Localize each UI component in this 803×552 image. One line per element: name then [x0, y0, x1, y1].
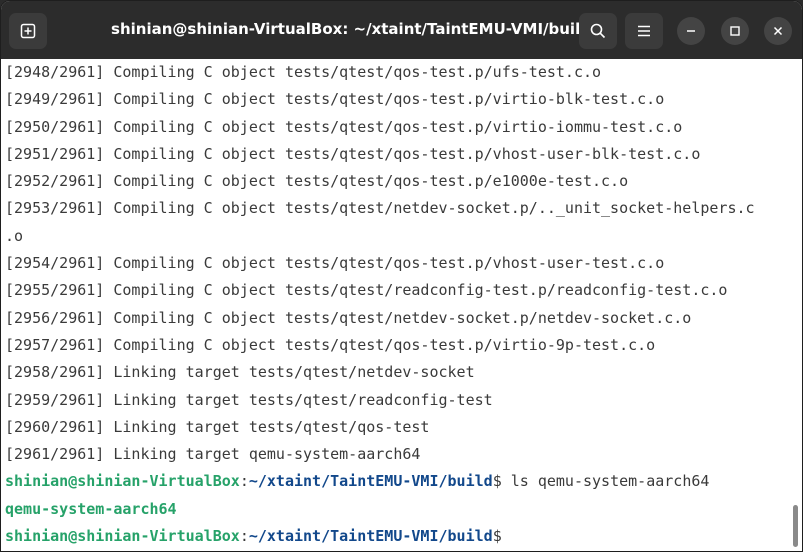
- ls-output-line: qemu-system-aarch64: [5, 499, 177, 518]
- terminal-output-area[interactable]: [2948/2961] Compiling C object tests/qte…: [1, 59, 786, 551]
- window-title: shinian@shinian-VirtualBox: ~/xtaint/Tai…: [111, 20, 591, 38]
- output-line: [2948/2961] Compiling C object tests/qte…: [5, 63, 602, 81]
- vertical-scrollbar[interactable]: [793, 505, 798, 547]
- prompt-line[interactable]: shinian@shinian-VirtualBox:~/xtaint/Tain…: [1, 523, 786, 550]
- prompt-separator: :: [239, 472, 249, 491]
- search-button[interactable]: [579, 13, 617, 49]
- prompt-symbol: $: [492, 472, 502, 491]
- prompt-path: ~/xtaint/TaintEMU-VMI/build: [248, 527, 493, 546]
- output-line: [2960/2961] Linking target tests/qtest/q…: [5, 417, 430, 436]
- close-icon: [773, 26, 783, 36]
- output-line: [2957/2961] Compiling C object tests/qte…: [5, 335, 656, 354]
- maximize-icon: [730, 26, 740, 36]
- prompt-user: shinian@shinian-VirtualBox: [5, 472, 240, 491]
- title-bar: shinian@shinian-VirtualBox: ~/xtaint/Tai…: [1, 1, 802, 59]
- terminal-window: shinian@shinian-VirtualBox: ~/xtaint/Tai…: [0, 0, 803, 552]
- output-line: [2958/2961] Linking target tests/qtest/n…: [5, 363, 475, 382]
- minimize-icon: [687, 30, 695, 32]
- output-line: .o: [5, 226, 24, 245]
- prompt-path: ~/xtaint/TaintEMU-VMI/build: [248, 472, 493, 491]
- prompt-line: shinian@shinian-VirtualBox:~/xtaint/Tain…: [1, 468, 786, 495]
- menu-button[interactable]: [625, 13, 663, 49]
- output-line: [2953/2961] Compiling C object tests/qte…: [5, 199, 755, 218]
- prompt-symbol: $: [492, 527, 502, 546]
- new-tab-button[interactable]: [9, 13, 47, 49]
- command-text: ls qemu-system-aarch64: [501, 472, 710, 491]
- output-line: [2955/2961] Compiling C object tests/qte…: [5, 281, 728, 300]
- prompt-separator: :: [239, 527, 249, 546]
- output-line: [2959/2961] Linking target tests/qtest/r…: [5, 390, 493, 409]
- output-line: [2951/2961] Compiling C object tests/qte…: [5, 144, 701, 163]
- hamburger-menu-icon: [638, 25, 650, 37]
- output-line: [2950/2961] Compiling C object tests/qte…: [5, 117, 683, 136]
- output-line: [2961/2961] Linking target qemu-system-a…: [5, 445, 421, 464]
- new-tab-icon: [20, 23, 36, 39]
- minimize-button[interactable]: [677, 17, 705, 45]
- output-line: [2952/2961] Compiling C object tests/qte…: [5, 172, 629, 191]
- close-button[interactable]: [764, 17, 792, 45]
- prompt-user: shinian@shinian-VirtualBox: [5, 527, 240, 546]
- output-line: [2949/2961] Compiling C object tests/qte…: [5, 90, 665, 109]
- maximize-button[interactable]: [721, 17, 749, 45]
- output-line: [2956/2961] Compiling C object tests/qte…: [5, 308, 692, 327]
- output-line: [2954/2961] Compiling C object tests/qte…: [5, 254, 665, 273]
- search-icon: [590, 23, 606, 39]
